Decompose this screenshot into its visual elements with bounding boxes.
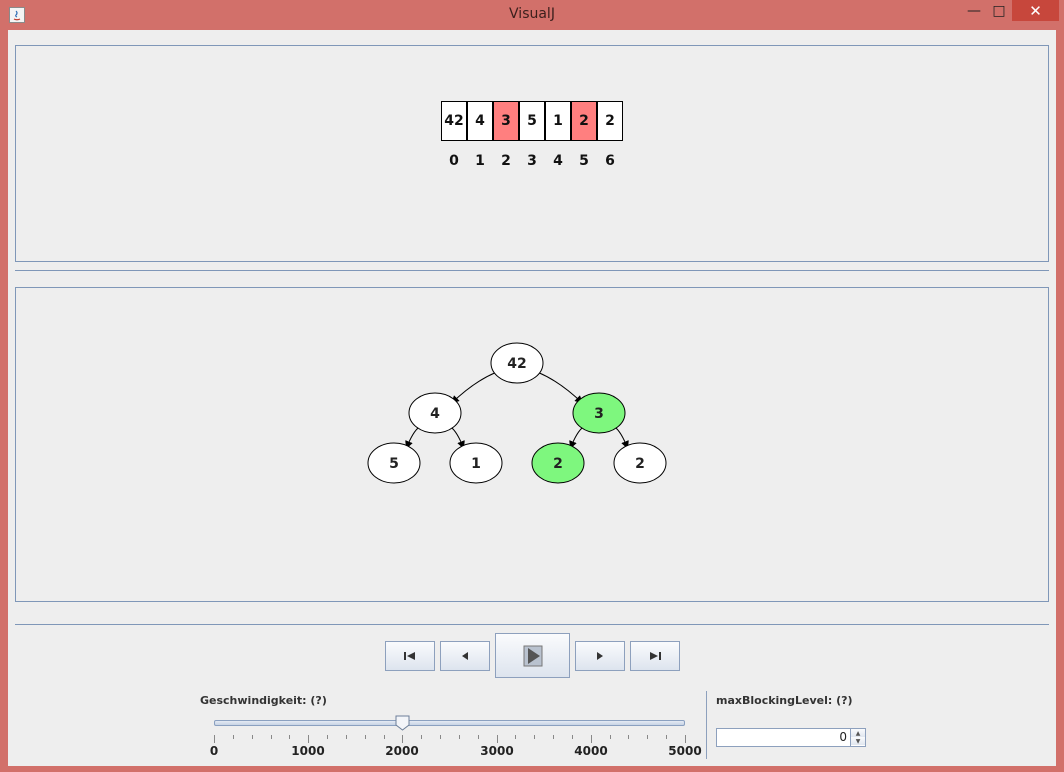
array-index-label: 6	[605, 153, 615, 169]
slider-tick	[628, 735, 629, 739]
vertical-separator	[706, 691, 707, 759]
tree-node-label: 2	[635, 456, 645, 472]
tree-node-label: 1	[471, 456, 481, 472]
slider-tick	[553, 735, 554, 739]
title-bar[interactable]: VisualJ — □ ✕	[0, 0, 1064, 30]
skip-to-end-icon	[650, 652, 661, 660]
last-step-button[interactable]	[630, 641, 680, 671]
slider-tick	[214, 735, 215, 743]
spinner-down-button[interactable]: ▼	[851, 737, 865, 745]
array-index-label: 1	[475, 153, 485, 169]
slider-tick	[289, 735, 290, 739]
slider-tick-label: 0	[209, 744, 219, 758]
slider-tick	[515, 735, 516, 739]
array-index-label: 5	[579, 153, 589, 169]
tree-edge	[451, 371, 497, 404]
play-button[interactable]	[495, 633, 570, 678]
blocking-level-value[interactable]: 0	[839, 730, 847, 744]
slider-tick	[365, 735, 366, 739]
slider-tick	[497, 735, 498, 743]
slider-tick	[666, 735, 667, 739]
slider-tick	[440, 735, 441, 739]
spinner-up-icon: ▲	[855, 729, 861, 737]
slider-tick	[384, 735, 385, 739]
array-cell: 3	[493, 101, 519, 141]
array-cell: 4	[467, 101, 493, 141]
close-icon: ✕	[1029, 1, 1042, 20]
tree-edge	[537, 371, 583, 404]
slider-tick	[685, 735, 686, 743]
step-back-icon	[462, 652, 468, 660]
array-view-panel: 42 0 4 1 3 2 5 3 1 4 2 5 2 6	[15, 45, 1049, 262]
speed-label[interactable]: Geschwindigkeit: (?)	[200, 694, 327, 707]
close-button[interactable]: ✕	[1012, 0, 1059, 21]
array-index-label: 2	[501, 153, 511, 169]
step-forward-button[interactable]	[575, 641, 625, 671]
tree-edge	[405, 426, 420, 450]
slider-tick	[478, 735, 479, 739]
slider-tick	[327, 735, 328, 739]
slider-tick	[346, 735, 347, 739]
split-divider-bottom[interactable]	[15, 624, 1049, 625]
slider-tick	[402, 735, 403, 743]
slider-tick-label: 5000	[668, 744, 702, 758]
app-window: VisualJ — □ ✕ 42 0 4 1 3 2 5 3 1 4 2 5 2 6 42 4 3 5 1 2 2	[0, 0, 1064, 772]
array-cell: 42	[441, 101, 467, 141]
speed-slider-track[interactable]	[214, 720, 685, 726]
slider-tick	[271, 735, 272, 739]
tree-node-label: 42	[507, 356, 526, 372]
array-index-label: 3	[527, 153, 537, 169]
step-back-button[interactable]	[440, 641, 490, 671]
tree-node-label: 5	[389, 456, 399, 472]
slider-tick-label: 4000	[574, 744, 608, 758]
array-cell: 2	[571, 101, 597, 141]
slider-tick	[421, 735, 422, 739]
blocking-level-spinner[interactable]: 0 ▲ ▼	[716, 728, 866, 747]
slider-tick	[534, 735, 535, 739]
slider-tick	[459, 735, 460, 739]
split-divider-top[interactable]	[15, 270, 1049, 271]
slider-tick	[591, 735, 592, 743]
minimize-button[interactable]: —	[962, 0, 986, 21]
slider-tick	[647, 735, 648, 739]
tree-edge	[614, 426, 629, 450]
tree-view-panel: 42 4 3 5 1 2 2	[15, 287, 1049, 602]
first-step-button[interactable]	[385, 641, 435, 671]
client-area: 42 0 4 1 3 2 5 3 1 4 2 5 2 6 42 4 3 5 1 2 2	[8, 30, 1056, 766]
array-cell: 2	[597, 101, 623, 141]
maximize-button[interactable]: □	[987, 0, 1011, 21]
tree-node-label: 4	[430, 406, 440, 422]
array-index-label: 0	[449, 153, 459, 169]
spinner-down-icon: ▼	[855, 737, 861, 745]
slider-tick	[610, 735, 611, 739]
array-cell: 1	[545, 101, 571, 141]
speed-slider-thumb[interactable]	[395, 715, 410, 731]
tree-node-label: 3	[594, 406, 604, 422]
heap-tree-diagram: 42 4 3 5 1 2 2	[367, 342, 667, 484]
window-title: VisualJ	[509, 6, 555, 22]
slider-tick	[252, 735, 253, 739]
maximize-icon: □	[992, 2, 1006, 19]
skip-to-start-icon	[404, 652, 415, 660]
array-index-label: 4	[553, 153, 563, 169]
spinner-up-button[interactable]: ▲	[851, 729, 865, 737]
minimize-icon: —	[967, 2, 981, 19]
slider-tick-label: 3000	[480, 744, 514, 758]
slider-tick-label: 2000	[385, 744, 419, 758]
slider-tick	[233, 735, 234, 739]
tree-edge	[569, 426, 584, 450]
tree-edge	[450, 426, 465, 450]
array-cell: 5	[519, 101, 545, 141]
slider-tick-label: 1000	[291, 744, 325, 758]
step-forward-icon	[597, 652, 603, 660]
blocking-level-label[interactable]: maxBlockingLevel: (?)	[716, 694, 853, 707]
play-icon	[523, 645, 542, 666]
slider-tick	[572, 735, 573, 739]
tree-node-label: 2	[553, 456, 563, 472]
slider-tick	[308, 735, 309, 743]
